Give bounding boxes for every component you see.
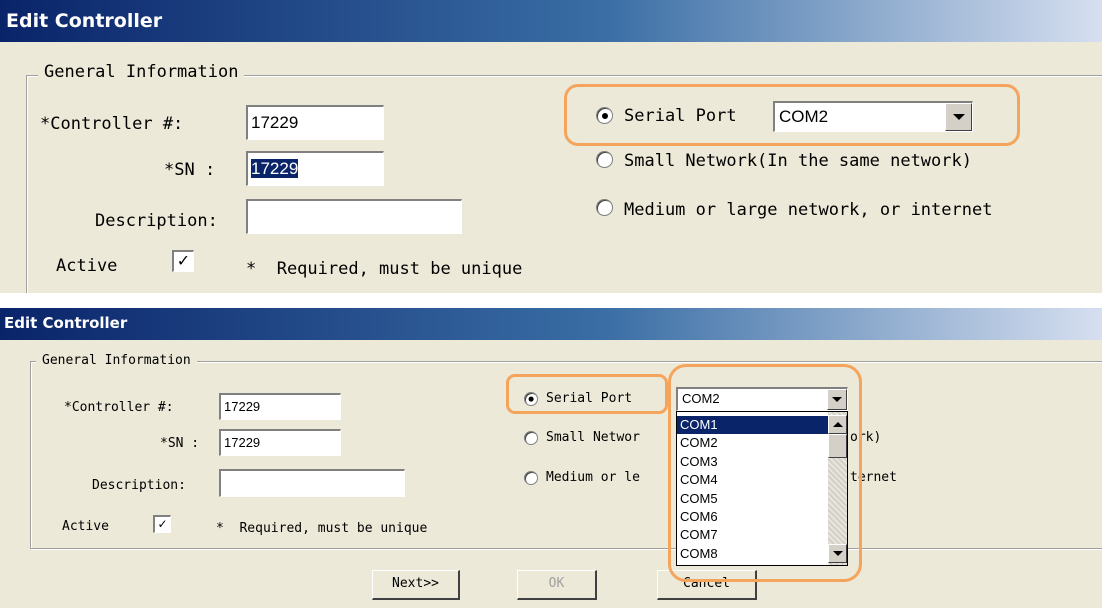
group-label: General Information <box>36 353 197 368</box>
large-network-label-tail: ternet <box>850 470 897 485</box>
arrow-up-icon <box>832 422 843 427</box>
next-button[interactable]: Next>> <box>372 570 460 600</box>
scroll-up-button[interactable] <box>828 415 847 434</box>
large-network-label: Medium or large network, or internet <box>624 200 993 220</box>
dropdown-option[interactable]: COM8 <box>677 545 828 563</box>
sn-label: *SN : <box>164 160 216 180</box>
group-label: General Information <box>38 62 245 82</box>
window-title: Edit Controller <box>6 10 163 32</box>
ok-button[interactable]: OK <box>517 570 597 600</box>
small-network-radio[interactable] <box>524 431 538 445</box>
small-network-radio[interactable] <box>596 151 613 168</box>
dropdown-options: COM1 COM2 COM3 COM4 COM5 COM6 COM7 COM8 <box>677 416 828 563</box>
description-label: Description: <box>92 478 186 493</box>
dropdown-option[interactable]: COM1 <box>677 416 828 435</box>
arrow-down-icon <box>832 551 843 556</box>
sn-label: *SN : <box>160 436 200 451</box>
bottom-dialog: Edit Controller General Information *Con… <box>0 308 1102 608</box>
required-note: * Required, must be unique <box>216 521 428 536</box>
window-title: Edit Controller <box>4 314 128 332</box>
controller-number-label: *Controller #: <box>40 114 184 134</box>
serial-port-radio[interactable] <box>596 107 613 124</box>
dropdown-scrollbar[interactable] <box>828 412 847 565</box>
scroll-down-button[interactable] <box>828 544 847 563</box>
large-network-label: Medium or le <box>546 470 640 485</box>
active-checkbox[interactable]: ✓ <box>172 250 194 272</box>
large-network-radio[interactable] <box>524 471 538 485</box>
controller-number-label: *Controller #: <box>64 400 174 415</box>
small-network-label: Small Networ <box>546 430 640 445</box>
description-input[interactable] <box>246 199 462 234</box>
serial-port-radio[interactable] <box>524 392 538 406</box>
sn-input[interactable]: 17229 <box>219 429 341 456</box>
cancel-button[interactable]: Cancel <box>657 570 757 600</box>
sn-input[interactable]: 17229 <box>246 151 384 186</box>
dropdown-option[interactable]: COM4 <box>677 471 828 489</box>
top-dialog: Edit Controller General Information *Con… <box>0 0 1102 293</box>
chevron-down-icon <box>832 397 842 402</box>
dropdown-option[interactable]: COM2 <box>677 434 828 452</box>
title-bar: Edit Controller <box>0 0 1102 42</box>
description-input[interactable] <box>219 469 405 497</box>
controller-number-input[interactable]: 17229 <box>246 105 384 140</box>
com-port-select[interactable]: COM2 <box>773 101 973 132</box>
description-label: Description: <box>95 211 218 231</box>
controller-number-input[interactable]: 17229 <box>219 393 341 420</box>
general-information-group <box>30 361 1102 549</box>
dropdown-option[interactable]: COM7 <box>677 526 828 544</box>
serial-port-label: Serial Port <box>546 391 633 406</box>
serial-port-label: Serial Port <box>624 106 737 126</box>
active-label: Active <box>62 519 109 534</box>
title-bar: Edit Controller <box>0 308 1102 340</box>
dropdown-option[interactable]: COM5 <box>677 490 828 508</box>
dropdown-option[interactable]: COM3 <box>677 453 828 471</box>
active-checkbox[interactable]: ✓ <box>153 515 171 533</box>
com-port-select[interactable]: COM2 <box>676 387 848 411</box>
small-network-label-tail: ork) <box>850 430 882 445</box>
dropdown-arrow-button[interactable] <box>945 103 972 131</box>
dropdown-arrow-button[interactable] <box>827 389 847 410</box>
large-network-radio[interactable] <box>596 199 613 216</box>
dropdown-option[interactable]: COM6 <box>677 508 828 526</box>
sn-selected-text: 17229 <box>251 159 299 178</box>
small-network-label: Small Network(In the same network) <box>624 151 972 171</box>
chevron-down-icon <box>952 114 965 120</box>
scroll-thumb[interactable] <box>828 434 847 458</box>
required-note: * Required, must be unique <box>246 259 523 279</box>
com-port-dropdown-list[interactable]: COM1 COM2 COM3 COM4 COM5 COM6 COM7 COM8 <box>676 411 848 566</box>
active-label: Active <box>56 256 118 276</box>
